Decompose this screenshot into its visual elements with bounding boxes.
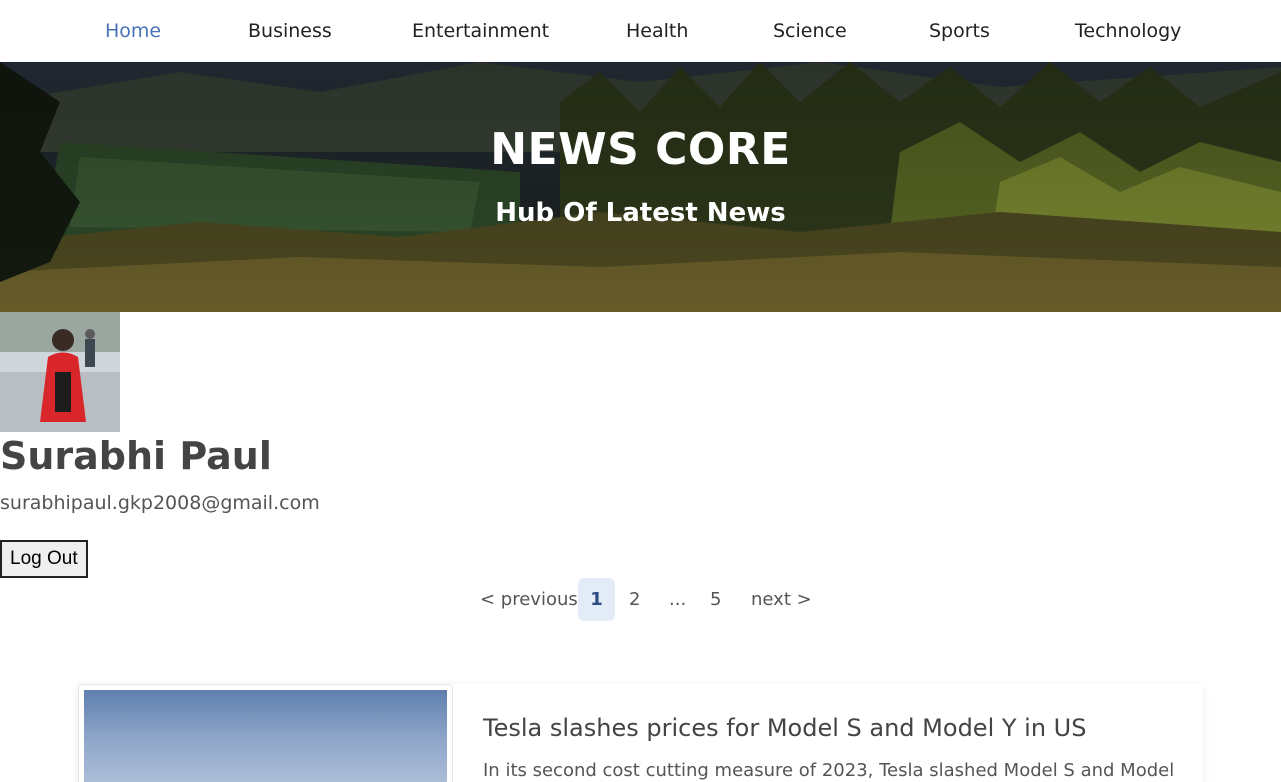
pagination-ellipsis: ... [669,589,687,610]
article-title[interactable]: Tesla slashes prices for Model S and Mod… [483,714,1086,742]
profile-photo [0,312,120,432]
nav-item-business[interactable]: Business [248,20,332,42]
nav-item-sports[interactable]: Sports [929,20,990,42]
logout-button[interactable]: Log Out [0,540,88,578]
site-subtitle: Hub Of Latest News [495,198,786,228]
forest-background-image [0,62,1281,312]
article-thumbnail[interactable] [78,684,453,782]
avatar [0,312,120,432]
site-title: NEWS CORE [490,124,791,175]
pagination-page-2[interactable]: 2 [629,578,640,621]
article-card[interactable]: Tesla slashes prices for Model S and Mod… [78,684,1203,782]
nav-item-entertainment[interactable]: Entertainment [412,20,549,42]
profile-email: surabhipaul.gkp2008@gmail.com [0,492,320,514]
pagination-page-1[interactable]: 1 [578,578,615,621]
pagination-next[interactable]: next > [751,578,812,621]
article-image [84,690,447,782]
pagination-previous[interactable]: < previous [480,578,578,621]
pagination-page-5[interactable]: 5 [710,578,721,621]
nav-item-science[interactable]: Science [773,20,847,42]
nav-item-technology[interactable]: Technology [1075,20,1181,42]
profile-name: Surabhi Paul [0,434,272,478]
nav-item-home[interactable]: Home [105,20,161,42]
top-navigation: Home Business Entertainment Health Scien… [0,0,1281,62]
hero-banner: NEWS CORE Hub Of Latest News [0,62,1281,312]
article-description: In its second cost cutting measure of 20… [483,760,1175,781]
pagination: < previous 1 2 ... 5 next > [0,578,1281,621]
nav-item-health[interactable]: Health [626,20,688,42]
